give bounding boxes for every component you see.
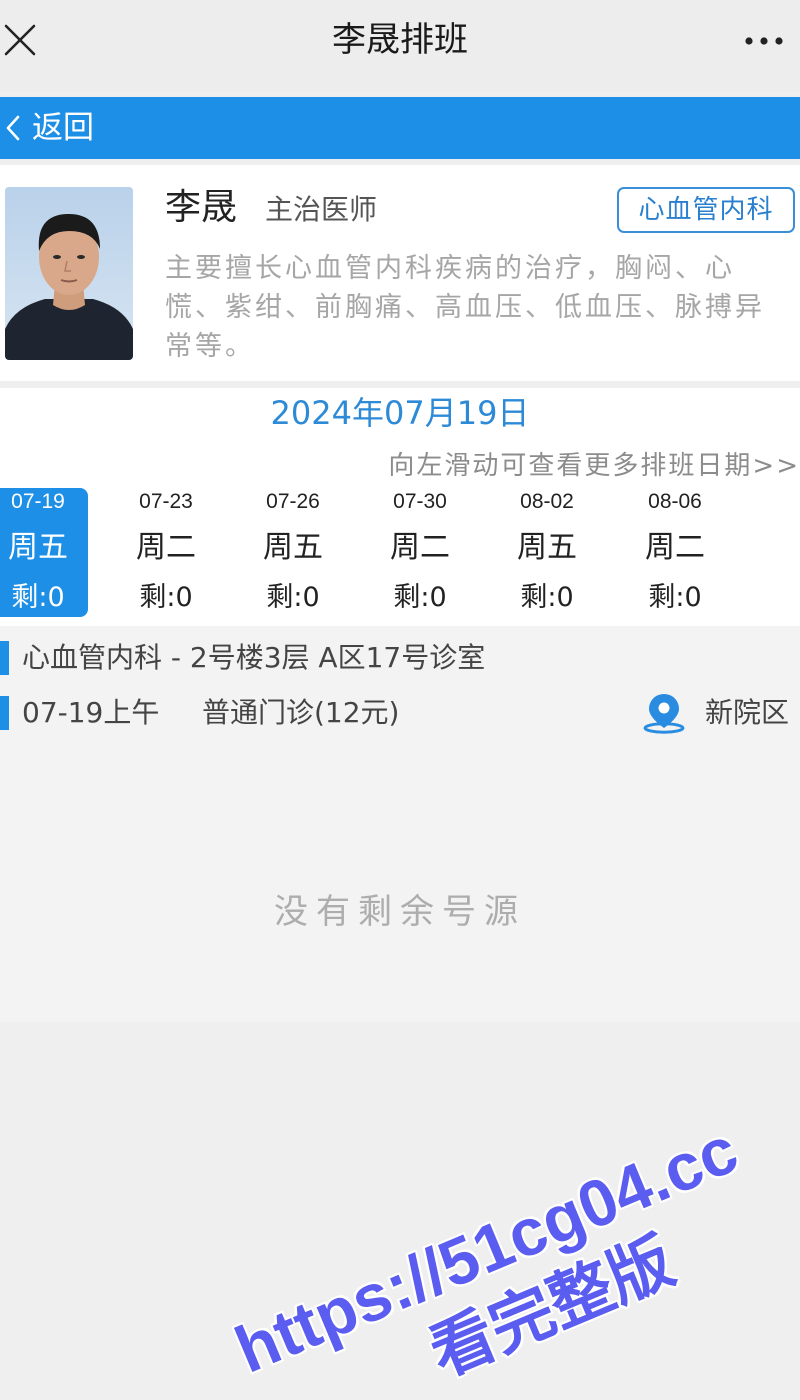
tab-date: 07-26 bbox=[266, 490, 320, 513]
tab-date: 08-06 bbox=[648, 490, 702, 513]
tab-date: 07-23 bbox=[139, 490, 193, 513]
doctor-title: 主治医师 bbox=[265, 193, 378, 226]
time-slot: 07-19上午 bbox=[22, 696, 160, 729]
department-location: 心血管内科 - 2号楼3层 A区17号诊室 bbox=[22, 641, 486, 674]
date-tab[interactable]: 07-30 周二 剩:0 bbox=[370, 488, 470, 617]
tab-weekday: 周五 bbox=[517, 530, 577, 565]
date-tab[interactable]: 07-23 周二 剩:0 bbox=[116, 488, 216, 617]
empty-state-message: 没有剩余号源 bbox=[274, 892, 526, 932]
department-location-row: 心血管内科 - 2号楼3层 A区17号诊室 bbox=[0, 640, 800, 676]
doctor-name: 李晟 bbox=[165, 187, 238, 228]
tab-remaining: 剩:0 bbox=[393, 582, 447, 613]
tab-weekday: 周五 bbox=[8, 530, 68, 565]
back-label: 返回 bbox=[32, 110, 94, 146]
swipe-hint: 向左滑动可查看更多排班日期>> bbox=[388, 451, 800, 481]
date-tab[interactable]: 07-26 周五 剩:0 bbox=[243, 488, 343, 617]
tab-weekday: 周二 bbox=[136, 530, 196, 565]
nav-bar: 返回 bbox=[0, 97, 800, 159]
tab-remaining: 剩:0 bbox=[648, 582, 702, 613]
date-tab[interactable]: 08-02 周五 剩:0 bbox=[497, 488, 597, 617]
tab-remaining: 剩:0 bbox=[266, 582, 320, 613]
doctor-description: 主要擅长心血管内科疾病的治疗，胸闷、心慌、紫绀、前胸痛、高血压、低血压、脉搏异常… bbox=[165, 253, 765, 362]
back-button[interactable]: 返回 bbox=[4, 97, 94, 159]
date-tab[interactable]: 08-06 周二 剩:0 bbox=[625, 488, 725, 617]
campus-link[interactable]: 新院区 bbox=[641, 691, 789, 735]
department-badge: 心血管内科 bbox=[617, 187, 795, 233]
date-tab[interactable]: 07-19 周五 剩:0 bbox=[0, 488, 88, 617]
tab-remaining: 剩:0 bbox=[139, 582, 193, 613]
session-row: 07-19上午 普通门诊(12元) 新院区 bbox=[0, 694, 800, 734]
tab-weekday: 周二 bbox=[390, 530, 450, 565]
doctor-photo bbox=[5, 187, 133, 360]
tab-weekday: 周五 bbox=[263, 530, 323, 565]
tab-date: 07-30 bbox=[393, 490, 447, 513]
row-accent-bar bbox=[0, 696, 9, 730]
campus-label: 新院区 bbox=[705, 696, 790, 729]
clinic-type: 普通门诊(12元) bbox=[202, 696, 400, 729]
location-pin-icon bbox=[641, 692, 687, 734]
chevron-left-icon bbox=[4, 114, 22, 142]
tab-remaining: 剩:0 bbox=[520, 582, 574, 613]
tab-date: 07-19 bbox=[11, 490, 65, 513]
selected-date-heading: 2024年07月19日 bbox=[270, 394, 530, 432]
tab-remaining: 剩:0 bbox=[11, 582, 65, 613]
session-area: 心血管内科 - 2号楼3层 A区17号诊室 07-19上午 普通门诊(12元) … bbox=[0, 626, 800, 1022]
row-accent-bar bbox=[0, 641, 9, 675]
page-title: 李晟排班 bbox=[332, 20, 468, 60]
doctor-card: 李晟 主治医师 心血管内科 主要擅长心血管内科疾病的治疗，胸闷、心慌、紫绀、前胸… bbox=[0, 165, 800, 381]
tab-date: 08-02 bbox=[520, 490, 574, 513]
title-bar: 李晟排班 bbox=[0, 0, 800, 92]
tab-weekday: 周二 bbox=[645, 530, 705, 565]
more-icon[interactable] bbox=[742, 33, 786, 47]
schedule-section: 2024年07月19日 向左滑动可查看更多排班日期>> 07-19 周五 剩:0… bbox=[0, 388, 800, 626]
